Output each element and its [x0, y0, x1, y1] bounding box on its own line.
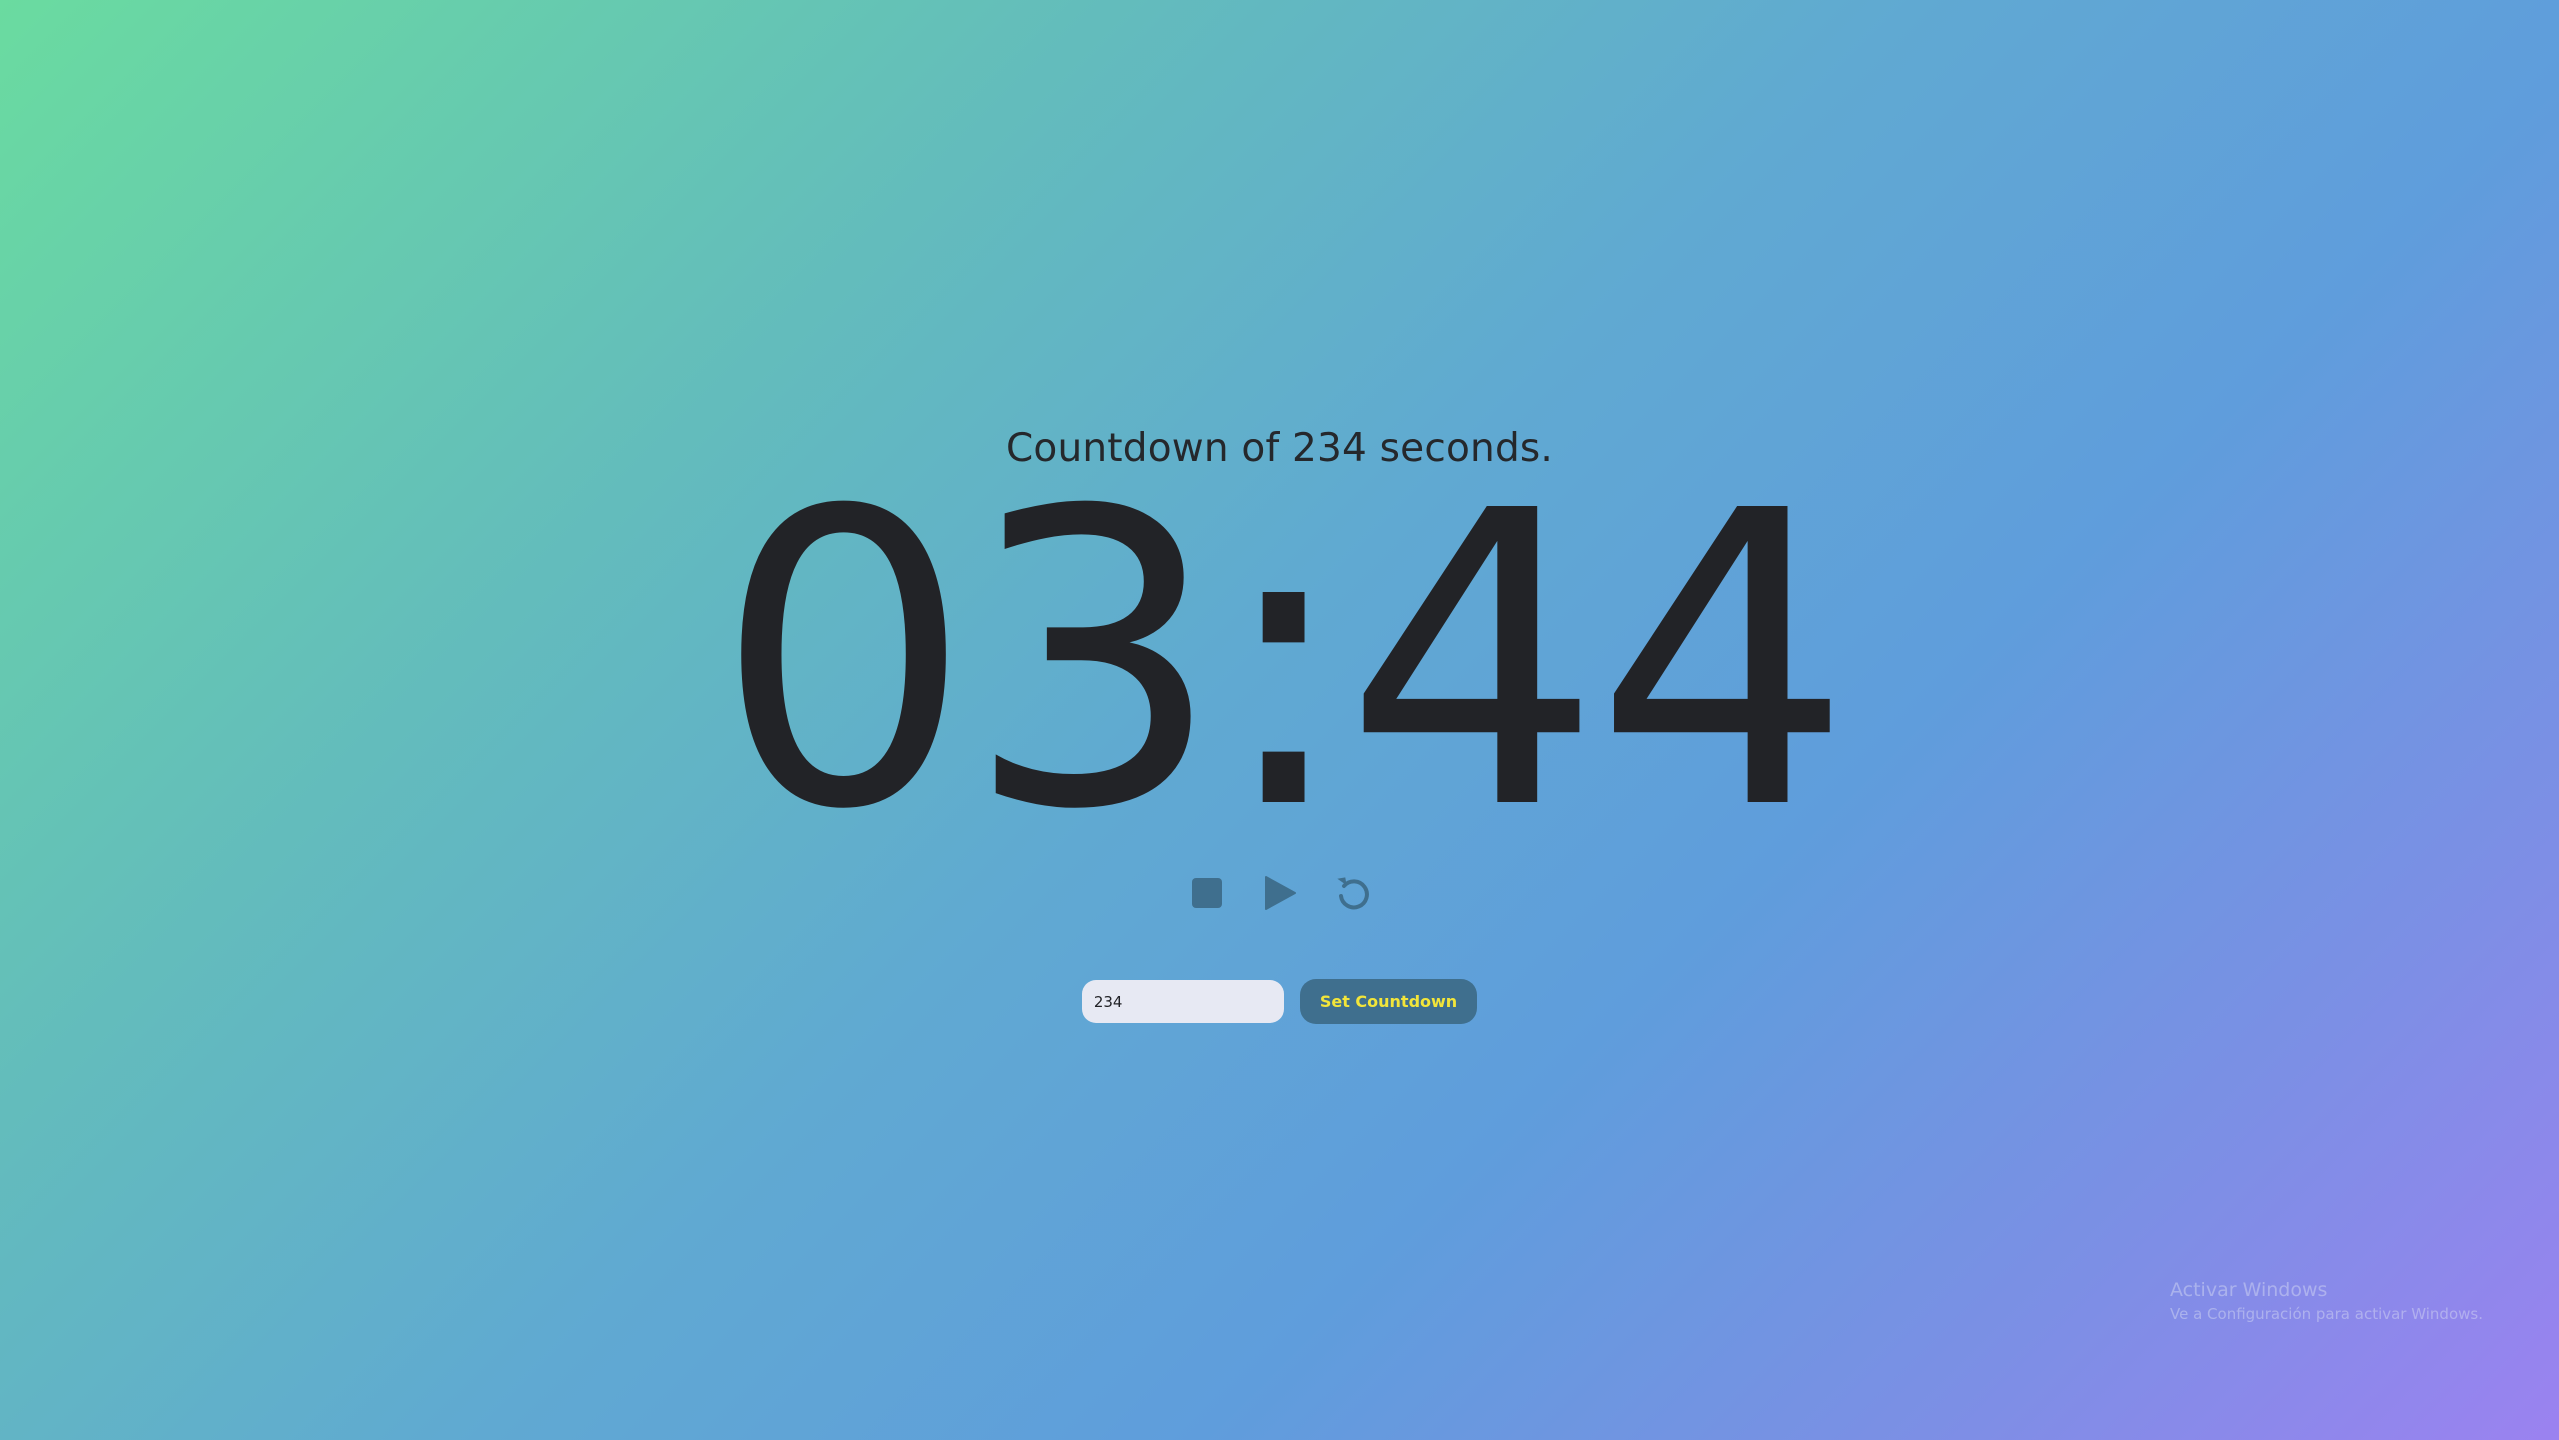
watermark-subtitle: Ve a Configuración para activar Windows.	[2170, 1305, 2483, 1323]
seconds-input[interactable]	[1081, 980, 1284, 1023]
stop-icon	[1191, 877, 1223, 909]
set-countdown-form: Set Countdown	[0, 979, 2559, 1024]
reset-button[interactable]	[1335, 875, 1371, 911]
timer-controls	[0, 875, 2559, 911]
countdown-timer-display: 03:44	[714, 425, 1852, 898]
stop-button[interactable]	[1189, 875, 1225, 911]
windows-activation-watermark: Activar Windows Ve a Configuración para …	[2170, 1279, 2483, 1323]
play-button[interactable]	[1262, 875, 1298, 911]
play-icon	[1263, 875, 1297, 911]
watermark-title: Activar Windows	[2170, 1279, 2328, 1301]
reset-icon	[1334, 874, 1372, 912]
set-countdown-button[interactable]: Set Countdown	[1299, 979, 1478, 1024]
